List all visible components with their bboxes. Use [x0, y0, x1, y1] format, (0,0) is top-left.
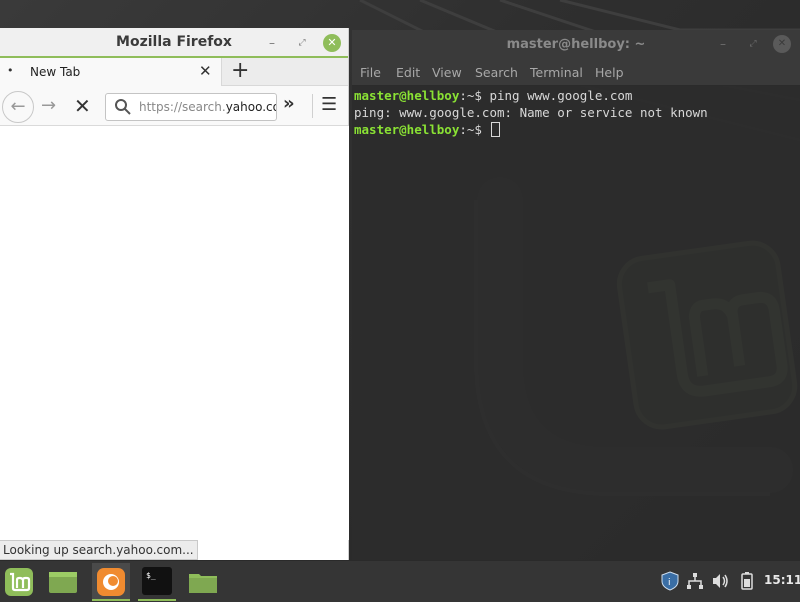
- tab-close-icon[interactable]: ✕: [199, 62, 212, 80]
- minimize-button[interactable]: –: [714, 35, 732, 53]
- terminal-line: master@hellboy:~$: [354, 121, 800, 138]
- mint-menu-icon[interactable]: [0, 563, 38, 601]
- battery-icon[interactable]: [737, 571, 757, 595]
- maximize-button[interactable]: ⤢: [293, 34, 311, 52]
- back-arrow-icon[interactable]: ←: [2, 91, 34, 123]
- clock[interactable]: 15:11: [764, 573, 800, 587]
- folder-icon: [189, 574, 217, 593]
- firefox-navigation-bar: ← → ✕ https://search.yahoo.com » ☰: [0, 86, 348, 126]
- firefox-icon[interactable]: [92, 563, 130, 601]
- terminal-menubar: File Edit View Search Terminal Help: [352, 59, 800, 86]
- shield-icon[interactable]: i: [660, 571, 680, 595]
- menu-edit[interactable]: Edit: [396, 65, 420, 80]
- search-icon: [115, 99, 131, 115]
- terminal-app-icon: $_: [142, 567, 172, 595]
- overflow-icon[interactable]: »: [283, 93, 295, 114]
- status-bar: Looking up search.yahoo.com...: [0, 540, 198, 560]
- close-button[interactable]: ✕: [773, 35, 791, 53]
- maximize-button[interactable]: ⤢: [744, 35, 762, 53]
- terminal-output[interactable]: master@hellboy:~$ ping www.google.com pin…: [354, 87, 800, 560]
- stop-icon[interactable]: ✕: [74, 94, 91, 118]
- menu-file[interactable]: File: [360, 65, 381, 80]
- menu-search[interactable]: Search: [475, 65, 518, 80]
- prompt-path: :~$: [459, 88, 490, 103]
- firefox-tab-bar: • New Tab ✕ +: [0, 58, 348, 87]
- url-bar[interactable]: https://search.yahoo.com: [105, 93, 277, 121]
- mint-logo-icon: [5, 568, 33, 596]
- url-scheme: https://search.: [139, 100, 226, 114]
- terminal-window-title: master@hellboy: ~: [506, 37, 646, 52]
- hamburger-menu-icon[interactable]: ☰: [321, 94, 337, 115]
- battery-graphic: [741, 572, 753, 590]
- page-content[interactable]: [0, 126, 349, 540]
- volume-graphic: [713, 574, 728, 588]
- prompt-user: master@hellboy: [354, 88, 460, 103]
- new-tab-button[interactable]: +: [231, 58, 249, 84]
- tab-new-tab[interactable]: • New Tab ✕: [0, 58, 222, 87]
- network-graphic: [687, 573, 703, 589]
- svg-text:$_: $_: [146, 571, 156, 580]
- menu-help[interactable]: Help: [595, 65, 624, 80]
- firefox-logo-icon: [97, 568, 125, 596]
- url-domain: yahoo.com: [225, 100, 276, 114]
- menu-view[interactable]: View: [432, 65, 462, 80]
- toolbar-divider: [312, 94, 313, 118]
- shield-graphic: i: [661, 571, 679, 591]
- firefox-titlebar[interactable]: Mozilla Firefox – ⤢ ✕: [0, 28, 348, 58]
- network-icon[interactable]: [685, 571, 705, 595]
- menu-terminal[interactable]: Terminal: [530, 65, 583, 80]
- prompt-user: master@hellboy: [354, 122, 460, 137]
- tab-loading-indicator: •: [7, 64, 14, 77]
- command-text: ping www.google.com: [489, 88, 633, 103]
- desktop-folder-icon: [49, 572, 77, 593]
- volume-icon[interactable]: [710, 571, 730, 595]
- forward-arrow-icon[interactable]: →: [41, 95, 56, 116]
- firefox-window[interactable]: Mozilla Firefox – ⤢ ✕ • New Tab ✕ + ← → …: [0, 28, 349, 560]
- url-text[interactable]: https://search.yahoo.com: [139, 100, 276, 114]
- minimize-button[interactable]: –: [263, 34, 281, 52]
- terminal-window[interactable]: master@hellboy: ~ – ⤢ ✕ File Edit View S…: [352, 30, 800, 560]
- files-icon[interactable]: [184, 563, 222, 601]
- terminal-line: master@hellboy:~$ ping www.google.com: [354, 87, 800, 104]
- terminal-line: ping: www.google.com: Name or service no…: [354, 105, 708, 120]
- terminal-cursor: [491, 122, 501, 137]
- terminal-icon[interactable]: $_: [138, 563, 176, 601]
- prompt-path: :~$: [459, 122, 490, 137]
- tab-label: New Tab: [30, 65, 81, 79]
- close-button[interactable]: ✕: [323, 34, 341, 52]
- terminal-titlebar[interactable]: master@hellboy: ~ – ⤢ ✕: [352, 30, 800, 59]
- svg-text:i: i: [668, 578, 671, 588]
- taskbar: $_ i 15:11: [0, 560, 800, 602]
- show-desktop-icon[interactable]: [44, 563, 82, 601]
